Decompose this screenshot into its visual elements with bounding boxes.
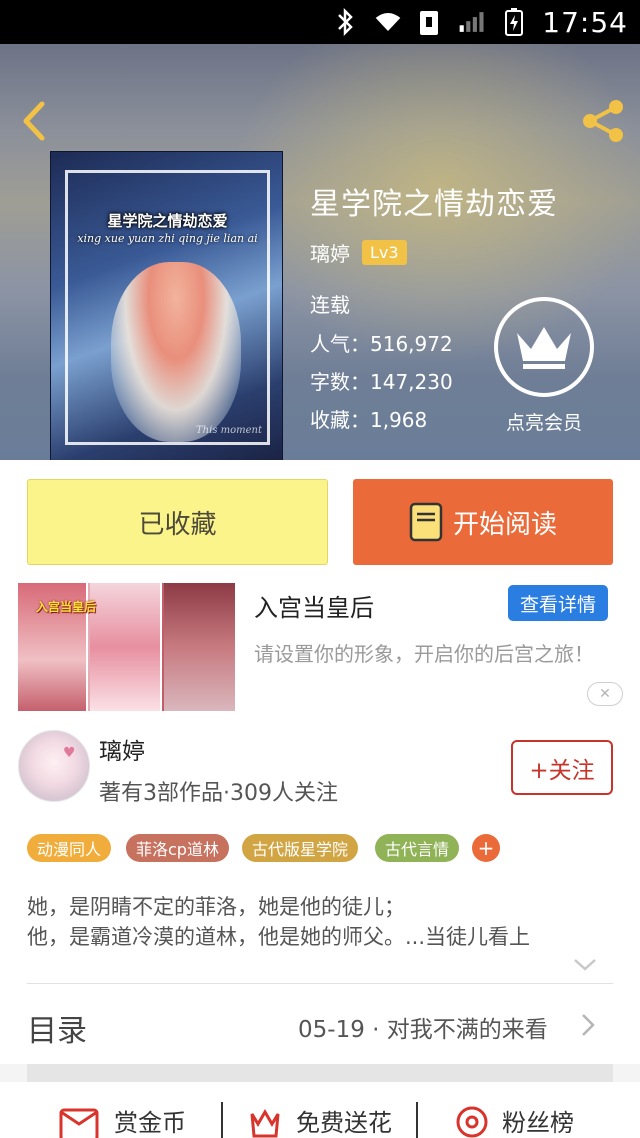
chevron-left-icon	[23, 101, 45, 141]
catalog-label: 目录	[27, 1014, 87, 1049]
reward-envelope-icon	[59, 1108, 99, 1138]
section-divider	[27, 1064, 613, 1082]
close-icon: ✕	[599, 686, 611, 702]
send-flowers-button[interactable]: 免费送花	[246, 1100, 392, 1138]
author-row: 璃婷 Lv3	[310, 238, 407, 267]
tag-list: 动漫同人 菲洛cp道林 古代版星学院 古代言情 +	[0, 820, 640, 880]
ad-image-panel	[90, 583, 162, 711]
ad-image-title: 入宫当皇后	[36, 600, 97, 614]
ad-image-panel	[164, 583, 235, 711]
avatar[interactable]: ♥	[18, 730, 90, 802]
ad-title: 入宫当皇后	[254, 594, 374, 622]
synopsis-section: 她，是阴睛不定的菲洛，她是他的徒儿； 他，是霸道冷漠的道林，他是她的师父。...…	[0, 880, 640, 984]
start-reading-button[interactable]: 开始阅读	[353, 479, 613, 565]
ad-detail-button[interactable]: 查看详情	[508, 585, 608, 621]
bottom-action-bar: 赏金币 免费送花 粉丝榜	[0, 1082, 640, 1138]
divider	[416, 1102, 418, 1138]
chevron-down-icon[interactable]	[572, 956, 598, 974]
battery-charging-icon	[500, 8, 528, 36]
follow-button[interactable]: +关注	[511, 740, 613, 795]
book-icon	[409, 502, 443, 542]
add-tag-button[interactable]: +	[472, 834, 500, 862]
flower-icon	[250, 1109, 280, 1138]
ad-close-button[interactable]: ✕	[587, 682, 623, 706]
book-detail-page: 17:54 星学院之情劫恋爱 xing xue yuan zhi qing ji…	[0, 0, 640, 1138]
share-button[interactable]	[580, 98, 628, 144]
book-cover[interactable]: 星学院之情劫恋爱 xing xue yuan zhi qing jie lian…	[50, 151, 283, 460]
book-title: 星学院之情劫恋爱	[310, 187, 558, 222]
send-flowers-label: 免费送花	[296, 1108, 392, 1137]
reward-coins-label: 赏金币	[114, 1108, 186, 1137]
tag-item[interactable]: 动漫同人	[27, 834, 112, 862]
sim-notification-icon	[416, 8, 444, 36]
heart-icon: ♥	[63, 745, 76, 761]
fan-ranking-button[interactable]: 粉丝榜	[454, 1100, 574, 1138]
vip-button[interactable]	[494, 297, 594, 397]
ad-image[interactable]: 入宫当皇后	[18, 583, 235, 711]
cover-illustration	[111, 262, 241, 442]
favorites-count: 收藏：1,968	[310, 408, 428, 432]
word-count: 字数：147,230	[310, 370, 453, 394]
reward-coins-button[interactable]: 赏金币	[58, 1100, 186, 1138]
cover-signature: This moment	[196, 425, 262, 436]
status-time: 17:54	[542, 5, 628, 39]
divider	[221, 1102, 223, 1138]
fan-rank-icon	[456, 1106, 488, 1138]
latest-chapter: 05-19 · 对我不满的来看	[298, 1017, 548, 1043]
chevron-right-icon	[582, 1014, 595, 1036]
back-button[interactable]	[14, 98, 54, 144]
start-reading-label: 开始阅读	[452, 509, 557, 540]
status-bar: 17:54	[0, 0, 640, 44]
share-icon	[583, 100, 623, 142]
ad-banner[interactable]: 入宫当皇后 入宫当皇后 查看详情 请设置你的形象，开启你的后宫之旅！ ✕	[0, 578, 640, 714]
author-profile-name[interactable]: 璃婷	[99, 732, 145, 766]
author-section: ♥ 璃婷 著有3部作品·309人关注 +关注	[0, 714, 640, 836]
ad-description: 请设置你的形象，开启你的后宫之旅！	[254, 642, 594, 666]
crown-icon	[517, 327, 571, 369]
action-bar: 已收藏 开始阅读	[0, 460, 640, 578]
favorite-label: 已收藏	[138, 509, 217, 540]
author-stats: 著有3部作品·309人关注	[99, 781, 338, 806]
level-badge: Lv3	[362, 240, 407, 265]
serial-status: 连载	[310, 293, 350, 317]
tag-item[interactable]: 古代言情	[375, 834, 460, 862]
vip-label[interactable]: 点亮会员	[490, 408, 598, 435]
favorite-button[interactable]: 已收藏	[27, 479, 328, 565]
catalog-row[interactable]: 目录 05-19 · 对我不满的来看	[0, 984, 640, 1064]
tag-item[interactable]: 菲洛cp道林	[126, 834, 229, 862]
synopsis-text: 她，是阴睛不定的菲洛，她是他的徒儿； 他，是霸道冷漠的道林，他是她的师父。...…	[27, 895, 531, 949]
bluetooth-icon	[332, 7, 360, 37]
cover-subtitle: xing xue yuan zhi qing jie lian ai	[77, 232, 258, 245]
popularity-count: 人气：516,972	[310, 332, 453, 356]
cover-title: 星学院之情劫恋爱	[107, 212, 228, 230]
wifi-icon	[374, 8, 402, 36]
signal-icon	[458, 8, 486, 36]
fan-ranking-label: 粉丝榜	[502, 1108, 574, 1137]
tag-item[interactable]: 古代版星学院	[242, 834, 359, 862]
author-name[interactable]: 璃婷	[310, 238, 350, 267]
book-header: 星学院之情劫恋爱 xing xue yuan zhi qing jie lian…	[0, 44, 640, 460]
